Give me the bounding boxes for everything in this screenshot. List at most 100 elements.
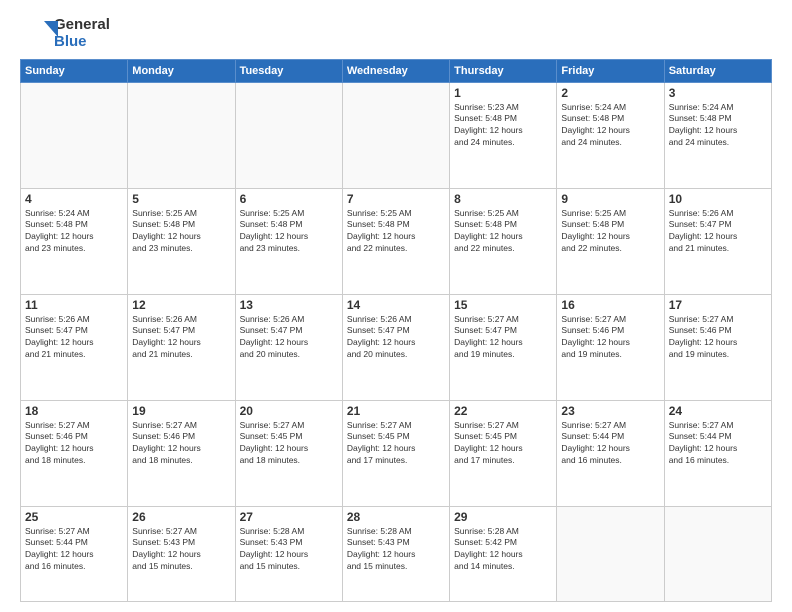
day-number: 7 (347, 192, 445, 206)
day-cell: 2 Sunrise: 5:24 AM Sunset: 5:48 PM Daylig… (557, 82, 664, 188)
day-info: Sunrise: 5:28 AM Sunset: 5:42 PM Dayligh… (454, 526, 552, 574)
day-cell: 15Sunrise: 5:27 AM Sunset: 5:47 PM Dayli… (450, 294, 557, 400)
logo-general: General (54, 16, 110, 33)
day-number: 2 (561, 86, 659, 100)
day-info: Sunrise: 5:26 AM Sunset: 5:47 PM Dayligh… (347, 314, 445, 362)
day-number: 29 (454, 510, 552, 524)
day-cell: 29 Sunrise: 5:28 AM Sunset: 5:42 PM Dayli… (450, 506, 557, 601)
day-number: 12 (132, 298, 230, 312)
day-cell: 26Sunrise: 5:27 AM Sunset: 5:43 PM Dayli… (128, 506, 235, 601)
day-info: Sunrise: 5:27 AM Sunset: 5:46 PM Dayligh… (669, 314, 767, 362)
week-row-2: 4 Sunrise: 5:24 AM Sunset: 5:48 PM Daylig… (21, 188, 772, 294)
day-cell: 23Sunrise: 5:27 AM Sunset: 5:44 PM Dayli… (557, 400, 664, 506)
day-number: 27 (240, 510, 338, 524)
day-info: Sunrise: 5:28 AM Sunset: 5:43 PM Dayligh… (347, 526, 445, 574)
weekday-wednesday: Wednesday (342, 59, 449, 82)
day-cell: 28 Sunrise: 5:28 AM Sunset: 5:43 PM Dayli… (342, 506, 449, 601)
day-number: 20 (240, 404, 338, 418)
day-number: 24 (669, 404, 767, 418)
week-row-3: 11 Sunrise: 5:26 AM Sunset: 5:47 PM Dayli… (21, 294, 772, 400)
day-cell: 6 Sunrise: 5:25 AM Sunset: 5:48 PM Daylig… (235, 188, 342, 294)
day-info: Sunrise: 5:26 AM Sunset: 5:47 PM Dayligh… (669, 208, 767, 256)
day-cell (21, 82, 128, 188)
weekday-friday: Friday (557, 59, 664, 82)
week-row-1: 1 Sunrise: 5:23 AM Sunset: 5:48 PM Daylig… (21, 82, 772, 188)
day-info: Sunrise: 5:25 AM Sunset: 5:48 PM Dayligh… (561, 208, 659, 256)
day-cell: 16Sunrise: 5:27 AM Sunset: 5:46 PM Dayli… (557, 294, 664, 400)
day-number: 21 (347, 404, 445, 418)
day-number: 9 (561, 192, 659, 206)
day-cell: 13 Sunrise: 5:26 AM Sunset: 5:47 PM Dayli… (235, 294, 342, 400)
day-cell: 1 Sunrise: 5:23 AM Sunset: 5:48 PM Daylig… (450, 82, 557, 188)
day-number: 13 (240, 298, 338, 312)
day-info: Sunrise: 5:25 AM Sunset: 5:48 PM Dayligh… (132, 208, 230, 256)
day-number: 1 (454, 86, 552, 100)
day-info: Sunrise: 5:23 AM Sunset: 5:48 PM Dayligh… (454, 102, 552, 150)
day-info: Sunrise: 5:26 AM Sunset: 5:47 PM Dayligh… (240, 314, 338, 362)
day-info: Sunrise: 5:26 AM Sunset: 5:47 PM Dayligh… (132, 314, 230, 362)
day-cell: 18Sunrise: 5:27 AM Sunset: 5:46 PM Dayli… (21, 400, 128, 506)
day-number: 6 (240, 192, 338, 206)
day-cell: 10 Sunrise: 5:26 AM Sunset: 5:47 PM Dayli… (664, 188, 771, 294)
day-info: Sunrise: 5:28 AM Sunset: 5:43 PM Dayligh… (240, 526, 338, 574)
day-number: 19 (132, 404, 230, 418)
day-info: Sunrise: 5:25 AM Sunset: 5:48 PM Dayligh… (454, 208, 552, 256)
day-cell: 21 Sunrise: 5:27 AM Sunset: 5:45 PM Dayli… (342, 400, 449, 506)
day-cell: 8 Sunrise: 5:25 AM Sunset: 5:48 PM Daylig… (450, 188, 557, 294)
weekday-monday: Monday (128, 59, 235, 82)
day-info: Sunrise: 5:27 AM Sunset: 5:44 PM Dayligh… (669, 420, 767, 468)
day-number: 3 (669, 86, 767, 100)
logo-svg (20, 17, 60, 57)
day-number: 8 (454, 192, 552, 206)
day-number: 10 (669, 192, 767, 206)
day-info: Sunrise: 5:25 AM Sunset: 5:48 PM Dayligh… (240, 208, 338, 256)
weekday-thursday: Thursday (450, 59, 557, 82)
day-cell: 22 Sunrise: 5:27 AM Sunset: 5:45 PM Dayli… (450, 400, 557, 506)
day-number: 17 (669, 298, 767, 312)
week-row-5: 25 Sunrise: 5:27 AM Sunset: 5:44 PM Dayli… (21, 506, 772, 601)
day-cell (235, 82, 342, 188)
day-info: Sunrise: 5:27 AM Sunset: 5:45 PM Dayligh… (454, 420, 552, 468)
day-cell: 24 Sunrise: 5:27 AM Sunset: 5:44 PM Dayli… (664, 400, 771, 506)
day-info: Sunrise: 5:24 AM Sunset: 5:48 PM Dayligh… (669, 102, 767, 150)
day-number: 25 (25, 510, 123, 524)
header: General Blue (20, 16, 772, 51)
day-number: 5 (132, 192, 230, 206)
day-cell (342, 82, 449, 188)
day-cell (128, 82, 235, 188)
day-info: Sunrise: 5:24 AM Sunset: 5:48 PM Dayligh… (561, 102, 659, 150)
day-number: 15 (454, 298, 552, 312)
day-cell: 14 Sunrise: 5:26 AM Sunset: 5:47 PM Dayli… (342, 294, 449, 400)
day-number: 22 (454, 404, 552, 418)
weekday-tuesday: Tuesday (235, 59, 342, 82)
logo: General Blue (20, 16, 110, 51)
day-info: Sunrise: 5:27 AM Sunset: 5:45 PM Dayligh… (240, 420, 338, 468)
day-number: 23 (561, 404, 659, 418)
day-cell: 4 Sunrise: 5:24 AM Sunset: 5:48 PM Daylig… (21, 188, 128, 294)
day-info: Sunrise: 5:25 AM Sunset: 5:48 PM Dayligh… (347, 208, 445, 256)
day-cell: 12 Sunrise: 5:26 AM Sunset: 5:47 PM Dayli… (128, 294, 235, 400)
day-info: Sunrise: 5:24 AM Sunset: 5:48 PM Dayligh… (25, 208, 123, 256)
day-number: 26 (132, 510, 230, 524)
logo-blue: Blue (54, 33, 110, 50)
day-cell: 5 Sunrise: 5:25 AM Sunset: 5:48 PM Daylig… (128, 188, 235, 294)
day-info: Sunrise: 5:26 AM Sunset: 5:47 PM Dayligh… (25, 314, 123, 362)
day-info: Sunrise: 5:27 AM Sunset: 5:44 PM Dayligh… (25, 526, 123, 574)
day-cell: 11 Sunrise: 5:26 AM Sunset: 5:47 PM Dayli… (21, 294, 128, 400)
page: General Blue SundayMondayTuesdayWednesda… (0, 0, 792, 612)
weekday-sunday: Sunday (21, 59, 128, 82)
day-info: Sunrise: 5:27 AM Sunset: 5:46 PM Dayligh… (132, 420, 230, 468)
day-cell: 17 Sunrise: 5:27 AM Sunset: 5:46 PM Dayli… (664, 294, 771, 400)
day-info: Sunrise: 5:27 AM Sunset: 5:46 PM Dayligh… (561, 314, 659, 362)
day-number: 14 (347, 298, 445, 312)
day-cell: 25 Sunrise: 5:27 AM Sunset: 5:44 PM Dayli… (21, 506, 128, 601)
day-number: 4 (25, 192, 123, 206)
day-info: Sunrise: 5:27 AM Sunset: 5:45 PM Dayligh… (347, 420, 445, 468)
weekday-header-row: SundayMondayTuesdayWednesdayThursdayFrid… (21, 59, 772, 82)
day-number: 28 (347, 510, 445, 524)
day-cell: 7 Sunrise: 5:25 AM Sunset: 5:48 PM Daylig… (342, 188, 449, 294)
day-cell (557, 506, 664, 601)
day-cell (664, 506, 771, 601)
day-cell: 20 Sunrise: 5:27 AM Sunset: 5:45 PM Dayli… (235, 400, 342, 506)
day-number: 11 (25, 298, 123, 312)
